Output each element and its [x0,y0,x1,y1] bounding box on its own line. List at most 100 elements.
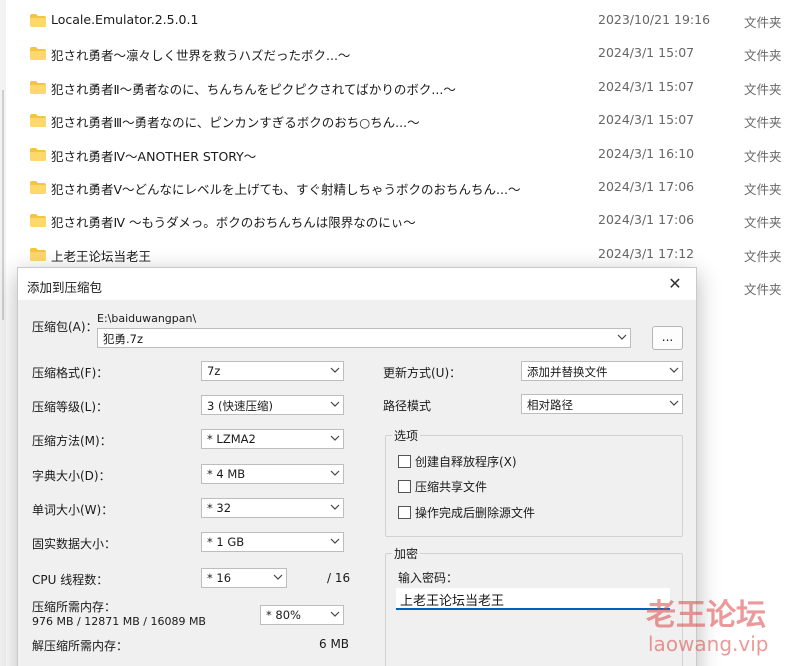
chevron-down-icon [330,538,340,544]
close-icon[interactable]: ✕ [663,273,687,295]
file-date: 2024/3/1 15:07 [598,112,695,128]
file-name: 犯され勇者Ⅴ～どんなにレベルを上げても、すぐ射精しちゃうボクのおちんちん...～ [51,182,521,197]
archive-name-combo[interactable]: 犯勇.7z [97,328,631,348]
checkbox-label: 操作完成后删除源文件 [415,505,536,520]
checkbox-label: 创建自释放程序(X) [415,454,517,469]
watermark-logo: 老王论坛 [646,598,766,633]
compress-memory-label: 压缩所需内存： [32,600,117,614]
cpu-threads-value: * 16 [207,571,232,585]
file-date: 2024/3/1 15:07 [598,78,695,94]
folder-icon [30,247,46,261]
checkbox-self-extracting[interactable]: 创建自释放程序(X) [398,453,517,469]
setting-combo[interactable]: * 32 [201,497,344,518]
setting-combo[interactable]: * LZMA2 [201,429,344,450]
file-type: 文件夹 [744,15,782,30]
folder-icon [30,214,46,228]
path-mode-combo[interactable]: 相对路径 [521,394,683,414]
compress-memory-detail: 976 MB / 12871 MB / 16089 MB [32,615,206,628]
setting-value: * 4 MB [207,466,246,481]
setting-label: 压缩格式(F)： [32,366,109,380]
file-type: 文件夹 [744,115,782,131]
chevron-down-icon [330,401,340,408]
password-label: 输入密码： [398,571,459,585]
chevron-down-icon [330,611,340,617]
file-name: 犯され勇者～凛々しく世界を救うハズだったボク...～ [51,48,351,64]
folder-icon [30,47,46,61]
dialog-titlebar: 添加到压缩包 ✕ [18,268,696,300]
file-row[interactable]: 犯され勇者Ⅴ～どんなにレベルを上げても、すぐ射精しちゃうボクのおちんちん...～… [22,171,800,204]
file-date: 2024/3/1 15:07 [598,45,695,61]
chevron-down-icon [330,435,340,442]
file-type: 文件夹 [744,282,782,298]
checkbox-box[interactable] [398,505,411,519]
file-row[interactable]: Locale.Emulator.2.5.0.1 2023/10/21 19:16 文… [22,4,800,37]
chevron-down-icon [669,367,679,373]
password-input[interactable]: 上老王论坛当老王 [396,588,670,610]
file-name: 犯され勇者Ⅱ～勇者なのに、ちんちんをピクピクされてばかりのボク...～ [51,81,456,97]
file-date: 2024/3/1 16:10 [598,145,695,161]
file-name: 上老王论坛当老王 [51,248,152,264]
password-value: 上老王论坛当老王 [400,594,505,609]
memory-usage-combo[interactable]: * 80% [260,605,344,625]
memory-usage-value: * 80% [266,608,301,622]
archive-name-value: 犯勇.7z [103,332,144,346]
archive-path: E:\baiduwangpan\ [97,312,197,325]
checkbox-box[interactable] [398,479,411,493]
file-type: 文件夹 [744,182,782,197]
file-name: 犯され勇者Ⅳ～ANOTHER STORY～ [51,148,257,164]
encryption-group-title: 加密 [392,545,421,562]
encryption-group: 加密 输入密码： 上老王论坛当老王 [385,545,683,666]
setting-label: 单词大小(W)： [32,502,114,517]
chevron-down-icon [669,400,679,406]
file-row[interactable]: 犯され勇者Ⅲ～勇者なのに、ピンカンすぎるボクのおち○ちん...～ 2024/3/1… [22,104,800,137]
checkbox-box[interactable] [398,454,411,468]
decompress-memory-label: 解压缩所需内存： [32,639,129,653]
setting-label: 压缩等级(L)： [32,400,109,415]
checkbox-delete-after[interactable]: 操作完成后删除源文件 [398,504,535,520]
file-row[interactable]: 犯され勇者Ⅳ～ANOTHER STORY～ 2024/3/1 16:10 文件夹 [22,138,800,171]
options-group-title: 选项 [392,427,421,444]
checkbox-label: 压缩共享文件 [415,479,488,494]
cpu-threads-combo[interactable]: * 16 [201,568,287,588]
folder-icon [30,14,46,27]
setting-combo[interactable]: 3 (快速压缩) [201,395,344,416]
scroll-indicator [2,90,4,320]
dialog-title: 添加到压缩包 [27,280,103,295]
path-mode-value: 相对路径 [527,398,573,412]
chevron-down-icon [273,574,283,580]
file-row[interactable]: 犯され勇者～凛々しく世界を救うハズだったボク...～ 2024/3/1 15:07… [22,37,800,70]
file-date: 2024/3/1 17:06 [598,179,695,194]
browse-button[interactable]: ... [652,326,683,350]
setting-value: 3 (快速压缩) [207,399,273,414]
file-name: 犯され勇者Ⅳ ～もうダメっ。ボクのおちんちんは限界なのにぃ～ [51,215,416,231]
folder-icon [30,114,46,128]
checkbox-compress-shared[interactable]: 压缩共享文件 [398,478,487,494]
chevron-down-icon [617,334,627,340]
file-type: 文件夹 [744,215,782,231]
file-row[interactable]: 犯され勇者Ⅳ ～もうダメっ。ボクのおちんちんは限界なのにぃ～ 2024/3/1 1… [22,204,800,237]
navigation-pane-edge [0,0,6,666]
add-to-archive-dialog: 添加到压缩包 ✕ 压缩包(A)： E:\baiduwangpan\ 犯勇.7z … [17,267,697,666]
update-mode-label: 更新方式(U)： [383,366,462,380]
file-type: 文件夹 [744,81,782,97]
decompress-memory-value: 6 MB [319,637,350,651]
folder-icon [30,181,46,194]
path-mode-label: 路径模式 [383,399,432,413]
chevron-down-icon [330,470,340,476]
file-date: 2023/10/21 19:16 [598,12,711,27]
setting-combo[interactable]: * 4 MB [201,463,344,484]
cpu-threads-label: CPU 线程数： [32,573,109,587]
setting-value: * 32 [207,500,232,515]
file-date: 2024/3/1 17:06 [598,212,695,228]
file-type: 文件夹 [744,148,782,164]
update-mode-combo[interactable]: 添加并替换文件 [521,361,683,381]
chevron-down-icon [330,367,340,373]
file-row[interactable]: 犯され勇者Ⅱ～勇者なのに、ちんちんをピクピクされてばかりのボク...～ 2024/… [22,71,800,104]
chevron-down-icon [330,504,340,510]
setting-value: * LZMA2 [207,432,256,447]
cpu-threads-total: / 16 [327,571,351,585]
setting-value: 7z [207,364,221,378]
setting-combo[interactable]: 7z [201,361,344,381]
setting-combo[interactable]: * 1 GB [201,532,344,552]
file-row[interactable]: 上老王论坛当老王 2024/3/1 17:12 文件夹 [22,238,800,271]
